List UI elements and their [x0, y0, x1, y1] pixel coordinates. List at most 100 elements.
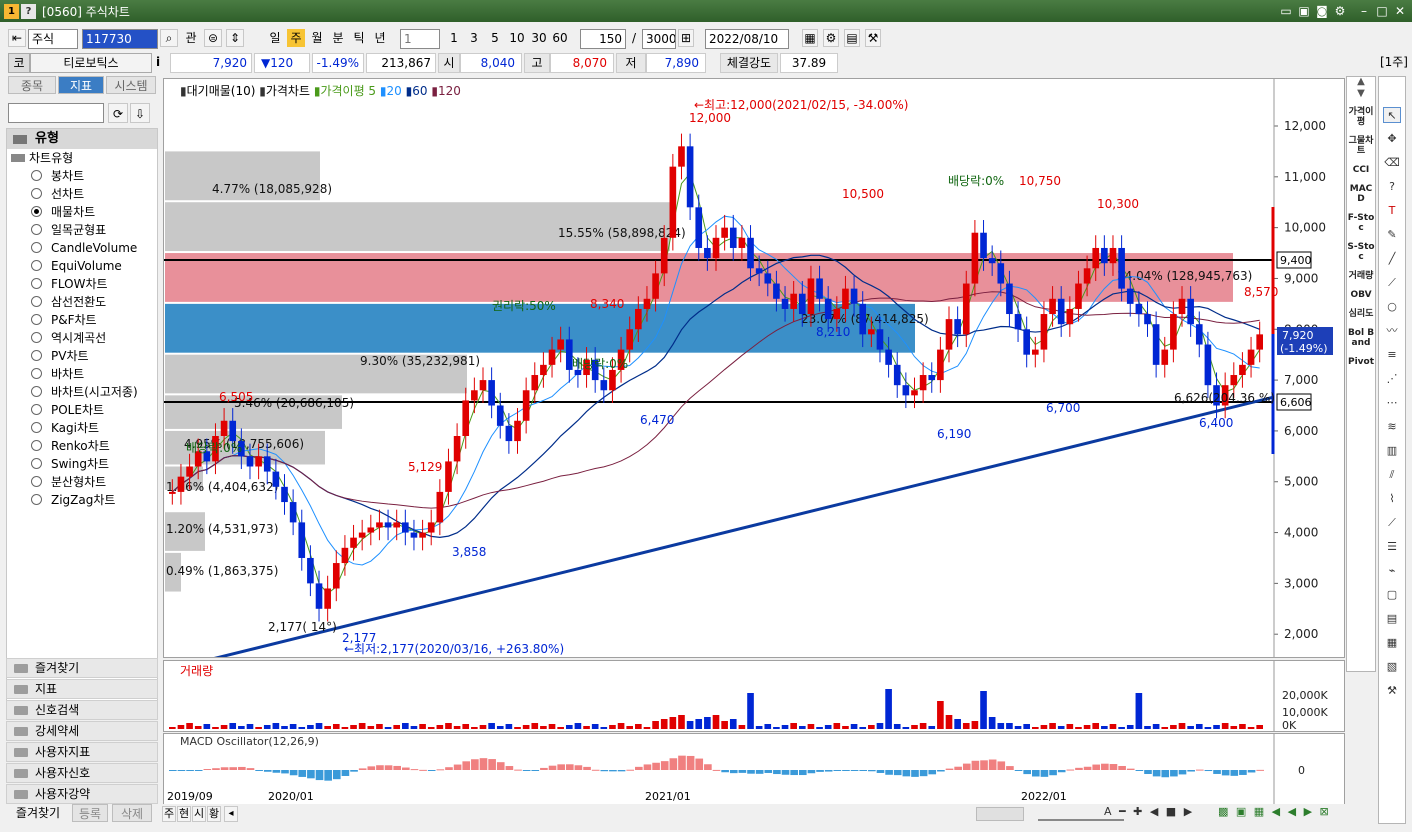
date-input[interactable]: 2022/08/10: [705, 29, 789, 49]
radio-icon[interactable]: [31, 458, 42, 469]
indicator-shortcut[interactable]: F-Stoc: [1347, 213, 1375, 233]
bottom-tab-3[interactable]: 황: [207, 806, 221, 822]
radio-icon[interactable]: [31, 296, 42, 307]
radio-icon[interactable]: [31, 314, 42, 325]
chart-type-item[interactable]: POLE차트: [7, 401, 157, 419]
radio-icon[interactable]: [31, 386, 42, 397]
category-1[interactable]: 지표: [6, 679, 158, 699]
radio-icon[interactable]: [31, 206, 42, 217]
window-tool-icon[interactable]: ▢: [1383, 587, 1401, 603]
chart-type-item[interactable]: CandleVolume: [7, 239, 157, 257]
period-tick[interactable]: 틱: [350, 29, 368, 47]
interval-5[interactable]: 5: [487, 29, 503, 47]
chart-type-item[interactable]: Kagi차트: [7, 419, 157, 437]
period-year[interactable]: 년: [371, 29, 389, 47]
list-tool-icon[interactable]: ▧: [1383, 659, 1401, 675]
chart-type-item[interactable]: 봉차트: [7, 167, 157, 185]
wrench-icon[interactable]: ⚒: [1383, 683, 1401, 699]
radio-icon[interactable]: [31, 170, 42, 181]
camera-icon[interactable]: ◙: [1314, 3, 1330, 19]
save-icon[interactable]: ▣: [1296, 3, 1312, 19]
level-icon[interactable]: ☰: [1383, 539, 1401, 555]
bottom-tab-0[interactable]: 주: [162, 806, 176, 822]
chart-type-item[interactable]: FLOW차트: [7, 275, 157, 293]
channel-icon[interactable]: ≡: [1383, 347, 1401, 363]
interval-60[interactable]: 60: [549, 29, 571, 47]
tab-stocks[interactable]: 종목: [8, 76, 56, 94]
interval-3[interactable]: 3: [466, 29, 482, 47]
indicator-shortcut[interactable]: Pivot: [1347, 357, 1375, 367]
radio-icon[interactable]: [31, 404, 42, 415]
volume-panel[interactable]: 20,000K 10,000K 0K 거래량: [163, 660, 1345, 732]
interval-30[interactable]: 30: [528, 29, 550, 47]
radio-icon[interactable]: [31, 368, 42, 379]
category-4[interactable]: 사용자지표: [6, 742, 158, 762]
help-tool-icon[interactable]: ?: [1383, 179, 1401, 195]
interval-1[interactable]: 1: [446, 29, 462, 47]
interval-10[interactable]: 10: [506, 29, 528, 47]
auto-icon[interactable]: ⌁: [1383, 563, 1401, 579]
indicator-search-input[interactable]: [8, 103, 104, 123]
tab-system[interactable]: 시스템: [106, 76, 156, 94]
market-select[interactable]: 주식: [28, 29, 78, 49]
doc-icon[interactable]: ▤: [1383, 611, 1401, 627]
price-chart-svg[interactable]: 4.77% (18,085,928)15.55% (58,898,824)23.…: [164, 79, 1344, 657]
radio-icon[interactable]: [31, 242, 42, 253]
radio-icon[interactable]: [31, 260, 42, 271]
chart-type-item[interactable]: Swing차트: [7, 455, 157, 473]
radio-icon[interactable]: [31, 350, 42, 361]
gann-icon[interactable]: ⋰: [1383, 371, 1401, 387]
bottom-tab-favorites[interactable]: 즐겨찾기: [8, 804, 68, 822]
cursor-icon[interactable]: ↖: [1383, 107, 1401, 123]
spin-icon[interactable]: ⇕: [226, 29, 244, 47]
period-day[interactable]: 일: [266, 29, 284, 47]
fan-icon[interactable]: ⋯: [1383, 395, 1401, 411]
period-month[interactable]: 월: [308, 29, 326, 47]
gwan-button[interactable]: 관: [181, 29, 201, 47]
indicator-shortcut[interactable]: OBV: [1347, 290, 1375, 300]
indicator-shortcut[interactable]: CCI: [1347, 165, 1375, 175]
indicator-shortcut[interactable]: Bol Band: [1347, 328, 1375, 348]
nav-controls[interactable]: A ━ ✚ ◀ ■ ▶: [1104, 805, 1194, 818]
settings-icon[interactable]: ⚙: [1332, 3, 1348, 19]
radio-icon[interactable]: [31, 332, 42, 343]
radio-icon[interactable]: [31, 422, 42, 433]
ray-icon[interactable]: ⟋: [1383, 275, 1401, 291]
chart-type-item[interactable]: 역시계곡선: [7, 329, 157, 347]
period-minute[interactable]: 분: [329, 29, 347, 47]
radio-icon[interactable]: [31, 278, 42, 289]
chart-type-item[interactable]: 매물차트: [7, 203, 157, 221]
chart-type-item[interactable]: ZigZag차트: [7, 491, 157, 509]
scroll-left-icon[interactable]: ◂: [224, 806, 238, 822]
radio-icon[interactable]: [31, 440, 42, 451]
bottom-tools[interactable]: ▩ ▣ ▦ ◀ ◀ ▶ ⊠: [1218, 805, 1331, 818]
zigzag-icon[interactable]: ⌇: [1383, 491, 1401, 507]
chart-type-item[interactable]: 삼선전환도: [7, 293, 157, 311]
code-input[interactable]: 117730: [82, 29, 158, 49]
link-icon[interactable]: ▭: [1278, 3, 1294, 19]
indicator-shortcut[interactable]: 거래량: [1347, 271, 1375, 281]
scrollbar[interactable]: [976, 807, 1024, 821]
info-icon[interactable]: i: [156, 53, 166, 73]
print-icon[interactable]: ▤: [844, 29, 860, 47]
group-chart-type[interactable]: 차트유형: [7, 149, 157, 167]
indicator-shortcut[interactable]: S-Stoc: [1347, 242, 1375, 262]
chart-type-item[interactable]: Renko차트: [7, 437, 157, 455]
indicator-shortcut[interactable]: 심리도: [1347, 309, 1375, 319]
chart-icon[interactable]: ▦: [802, 29, 818, 47]
gear-icon[interactable]: ⚙: [823, 29, 839, 47]
price-chart-panel[interactable]: 4.77% (18,085,928) 15.55% (58,898,824) 23.…: [163, 78, 1345, 658]
link-toggle-icon[interactable]: ⊜: [204, 29, 222, 47]
close-icon[interactable]: ✕: [1392, 3, 1408, 19]
total-input[interactable]: 3000: [642, 29, 676, 49]
indicator-shortcut[interactable]: 가격이평: [1347, 107, 1375, 127]
trend-icon[interactable]: ⟋: [1383, 515, 1401, 531]
maximize-icon[interactable]: □: [1374, 3, 1390, 19]
circle-icon[interactable]: ○: [1383, 299, 1401, 315]
count-input[interactable]: 150: [580, 29, 626, 49]
minimize-icon[interactable]: –: [1356, 3, 1372, 19]
indicator-shortcut[interactable]: 그물차트: [1347, 136, 1375, 156]
chart-type-item[interactable]: 선차트: [7, 185, 157, 203]
period-week[interactable]: 주: [287, 29, 305, 47]
parallel-icon[interactable]: ⫽: [1383, 467, 1401, 483]
